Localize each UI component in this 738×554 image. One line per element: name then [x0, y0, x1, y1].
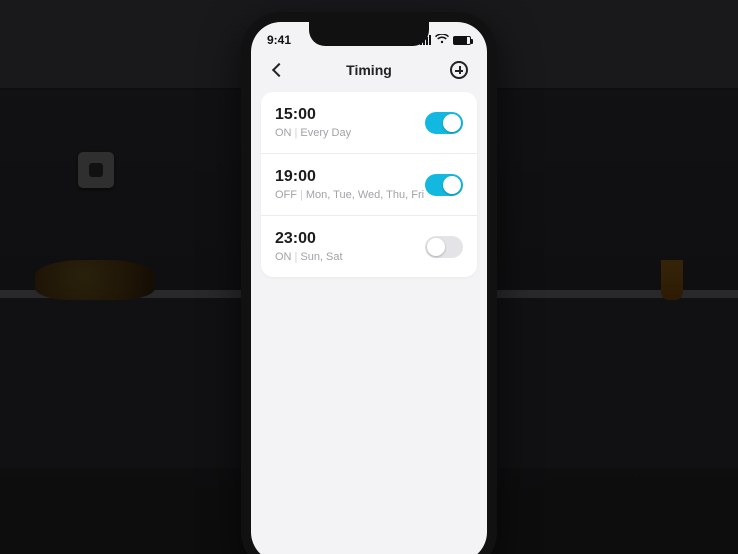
schedule-row[interactable]: 19:00 OFF|Mon, Tue, Wed, Thu, Fri [261, 153, 477, 215]
schedule-row[interactable]: 23:00 ON|Sun, Sat [261, 215, 477, 277]
add-button[interactable] [447, 58, 471, 82]
schedule-subtitle: ON|Every Day [275, 127, 351, 139]
plus-circle-icon [450, 61, 468, 79]
schedule-toggle[interactable] [425, 174, 463, 196]
notch [309, 22, 429, 46]
background-photo: 9:41 Timing [0, 0, 738, 554]
nav-bar: Timing [251, 52, 487, 92]
schedule-row[interactable]: 15:00 ON|Every Day [261, 92, 477, 153]
phone-frame: 9:41 Timing [241, 12, 497, 554]
chevron-left-icon [272, 63, 286, 77]
schedule-time: 23:00 [275, 230, 343, 248]
phone-screen: 9:41 Timing [251, 22, 487, 554]
schedule-time: 15:00 [275, 106, 351, 124]
schedule-toggle[interactable] [425, 236, 463, 258]
status-time: 9:41 [267, 33, 291, 47]
back-button[interactable] [267, 58, 291, 82]
page-title: Timing [346, 62, 392, 78]
schedule-toggle[interactable] [425, 112, 463, 134]
schedule-time: 19:00 [275, 168, 424, 186]
schedule-subtitle: OFF|Mon, Tue, Wed, Thu, Fri [275, 189, 424, 201]
schedule-list: 15:00 ON|Every Day 19:00 OFF|Mon, Tue, W… [261, 92, 477, 277]
wifi-icon [435, 33, 449, 47]
battery-icon [453, 36, 471, 45]
schedule-subtitle: ON|Sun, Sat [275, 251, 343, 263]
